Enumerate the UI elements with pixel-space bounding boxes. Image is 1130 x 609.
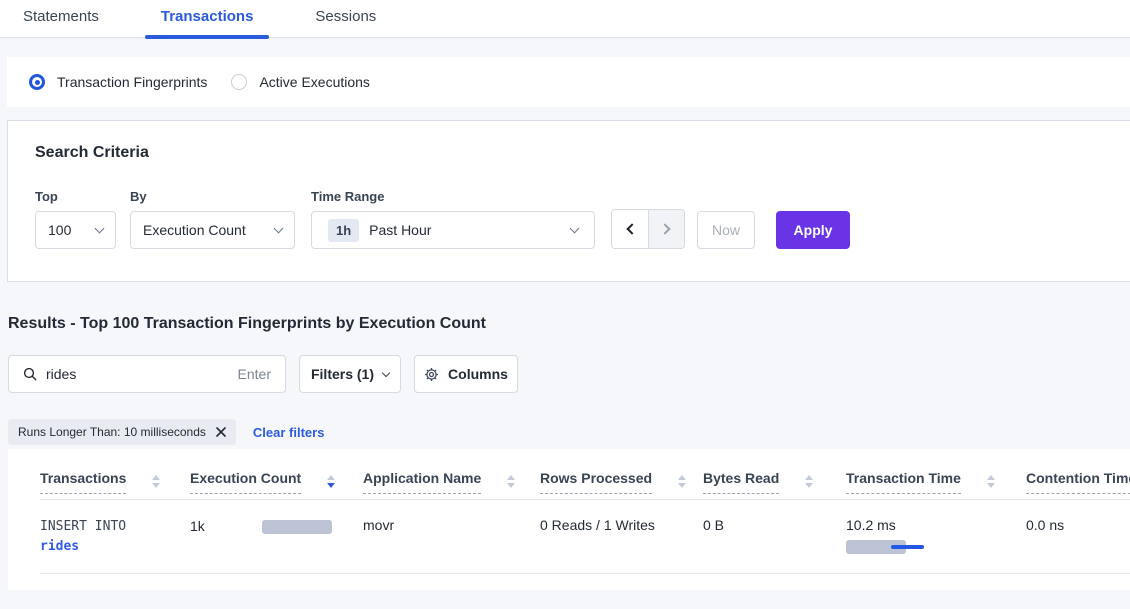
now-button[interactable]: Now bbox=[697, 211, 755, 249]
transaction-time-cell: 10.2 ms bbox=[846, 517, 1026, 557]
sort-toggle[interactable] bbox=[987, 475, 995, 488]
time-range-value: Past Hour bbox=[369, 222, 431, 238]
column-header-execution-count: Execution Count bbox=[190, 470, 363, 499]
chevron-down-icon bbox=[274, 223, 284, 233]
column-header-rows-processed: Rows Processed bbox=[540, 470, 703, 499]
column-header-label[interactable]: Transaction Time bbox=[846, 470, 961, 494]
transaction-fingerprint-link[interactable]: rides bbox=[40, 537, 79, 557]
search-icon bbox=[23, 367, 37, 381]
filter-chip: Runs Longer Than: 10 milliseconds bbox=[8, 419, 236, 445]
radio-unselected-icon bbox=[231, 74, 247, 90]
column-header-contention-time: Contention Time bbox=[1026, 470, 1130, 499]
execution-count-value: 1k bbox=[190, 517, 262, 534]
table-header-row: Transactions Execution Count Application… bbox=[40, 449, 1130, 500]
chevron-down-icon bbox=[95, 223, 105, 233]
top-field: Top 100 bbox=[35, 189, 130, 249]
gear-icon bbox=[424, 367, 439, 382]
chevron-left-icon bbox=[626, 223, 637, 234]
results-table: Transactions Execution Count Application… bbox=[8, 449, 1130, 590]
column-header-label[interactable]: Execution Count bbox=[190, 470, 301, 494]
execution-count-cell: 1k bbox=[190, 517, 363, 557]
column-header-bytes-read: Bytes Read bbox=[703, 470, 846, 499]
chevron-down-icon bbox=[570, 223, 580, 233]
sort-toggle[interactable] bbox=[507, 475, 515, 488]
rows-processed-cell: 0 Reads / 1 Writes bbox=[540, 517, 703, 557]
page-tabs: Statements Transactions Sessions bbox=[0, 0, 1130, 38]
column-header-label[interactable]: Application Name bbox=[363, 470, 481, 494]
time-range-badge: 1h bbox=[328, 219, 359, 242]
bytes-read-cell: 0 B bbox=[703, 517, 846, 557]
close-icon bbox=[216, 427, 226, 437]
column-header-transaction-time: Transaction Time bbox=[846, 470, 1026, 499]
columns-button[interactable]: Columns bbox=[414, 355, 518, 393]
search-criteria-card: Search Criteria Top 100 By Execution Cou… bbox=[7, 120, 1130, 282]
columns-button-label: Columns bbox=[448, 366, 508, 382]
tab-statements[interactable]: Statements bbox=[7, 8, 115, 37]
sort-toggle[interactable] bbox=[152, 475, 160, 488]
previous-time-range-button[interactable] bbox=[612, 210, 648, 248]
results-toolbar: Enter Filters (1) Columns bbox=[8, 355, 1130, 393]
transaction-time-bar bbox=[846, 540, 906, 554]
column-header-transactions: Transactions bbox=[40, 470, 190, 499]
next-time-range-button[interactable] bbox=[648, 210, 684, 248]
time-shift-arrows bbox=[611, 209, 685, 249]
transaction-time-value: 10.2 ms bbox=[846, 517, 1026, 533]
results-heading: Results - Top 100 Transaction Fingerprin… bbox=[8, 315, 1130, 333]
view-mode-panel: Transaction Fingerprints Active Executio… bbox=[7, 57, 1130, 107]
time-bar-stddev-line bbox=[891, 545, 924, 549]
active-filters-row: Runs Longer Than: 10 milliseconds Clear … bbox=[8, 419, 1130, 445]
execution-count-bar bbox=[262, 520, 332, 534]
column-header-label[interactable]: Bytes Read bbox=[703, 470, 779, 494]
sort-toggle-active-desc[interactable] bbox=[327, 475, 335, 488]
chevron-right-icon bbox=[659, 223, 670, 234]
radio-active-executions[interactable]: Active Executions bbox=[231, 74, 370, 90]
top-select-value: 100 bbox=[48, 222, 71, 238]
time-range-select[interactable]: 1h Past Hour bbox=[311, 211, 595, 249]
filter-chip-label: Runs Longer Than: 10 milliseconds bbox=[18, 425, 206, 439]
tab-transactions[interactable]: Transactions bbox=[145, 8, 270, 37]
application-name-cell: movr bbox=[363, 517, 540, 557]
time-range-label: Time Range bbox=[311, 189, 611, 204]
filters-button-label: Filters (1) bbox=[311, 366, 374, 382]
table-row: INSERT INTO rides 1k movr 0 Reads / 1 Wr… bbox=[40, 500, 1130, 574]
search-criteria-title: Search Criteria bbox=[35, 144, 1130, 162]
transaction-cell: INSERT INTO rides bbox=[40, 517, 190, 557]
clear-filters-link[interactable]: Clear filters bbox=[253, 425, 325, 440]
tab-sessions[interactable]: Sessions bbox=[299, 8, 392, 37]
by-field: By Execution Count bbox=[130, 189, 311, 249]
contention-time-cell: 0.0 ns bbox=[1026, 517, 1130, 557]
apply-button[interactable]: Apply bbox=[776, 211, 850, 249]
filters-button[interactable]: Filters (1) bbox=[299, 355, 401, 393]
column-header-label[interactable]: Contention Time bbox=[1026, 470, 1130, 494]
results-search-box: Enter bbox=[8, 355, 286, 393]
column-header-label[interactable]: Rows Processed bbox=[540, 470, 652, 494]
search-input[interactable] bbox=[46, 366, 238, 382]
sort-toggle[interactable] bbox=[678, 475, 686, 488]
search-criteria-controls: Top 100 By Execution Count Time Range 1h… bbox=[35, 189, 1130, 249]
time-range-field: Time Range 1h Past Hour bbox=[311, 189, 611, 249]
top-label: Top bbox=[35, 189, 130, 204]
radio-transaction-fingerprints[interactable]: Transaction Fingerprints bbox=[29, 74, 207, 90]
column-header-label[interactable]: Transactions bbox=[40, 470, 126, 494]
radio-label: Transaction Fingerprints bbox=[57, 74, 207, 90]
top-select[interactable]: 100 bbox=[35, 211, 116, 249]
search-enter-hint: Enter bbox=[238, 366, 271, 382]
remove-filter-button[interactable] bbox=[216, 427, 226, 437]
by-label: By bbox=[130, 189, 311, 204]
radio-selected-icon bbox=[29, 74, 45, 90]
column-header-application-name: Application Name bbox=[363, 470, 540, 499]
by-select-value: Execution Count bbox=[143, 222, 246, 238]
chevron-down-icon bbox=[382, 368, 390, 376]
radio-label: Active Executions bbox=[259, 74, 370, 90]
by-select[interactable]: Execution Count bbox=[130, 211, 295, 249]
sort-toggle[interactable] bbox=[805, 475, 813, 488]
sql-statement-text: INSERT INTO bbox=[40, 517, 190, 537]
